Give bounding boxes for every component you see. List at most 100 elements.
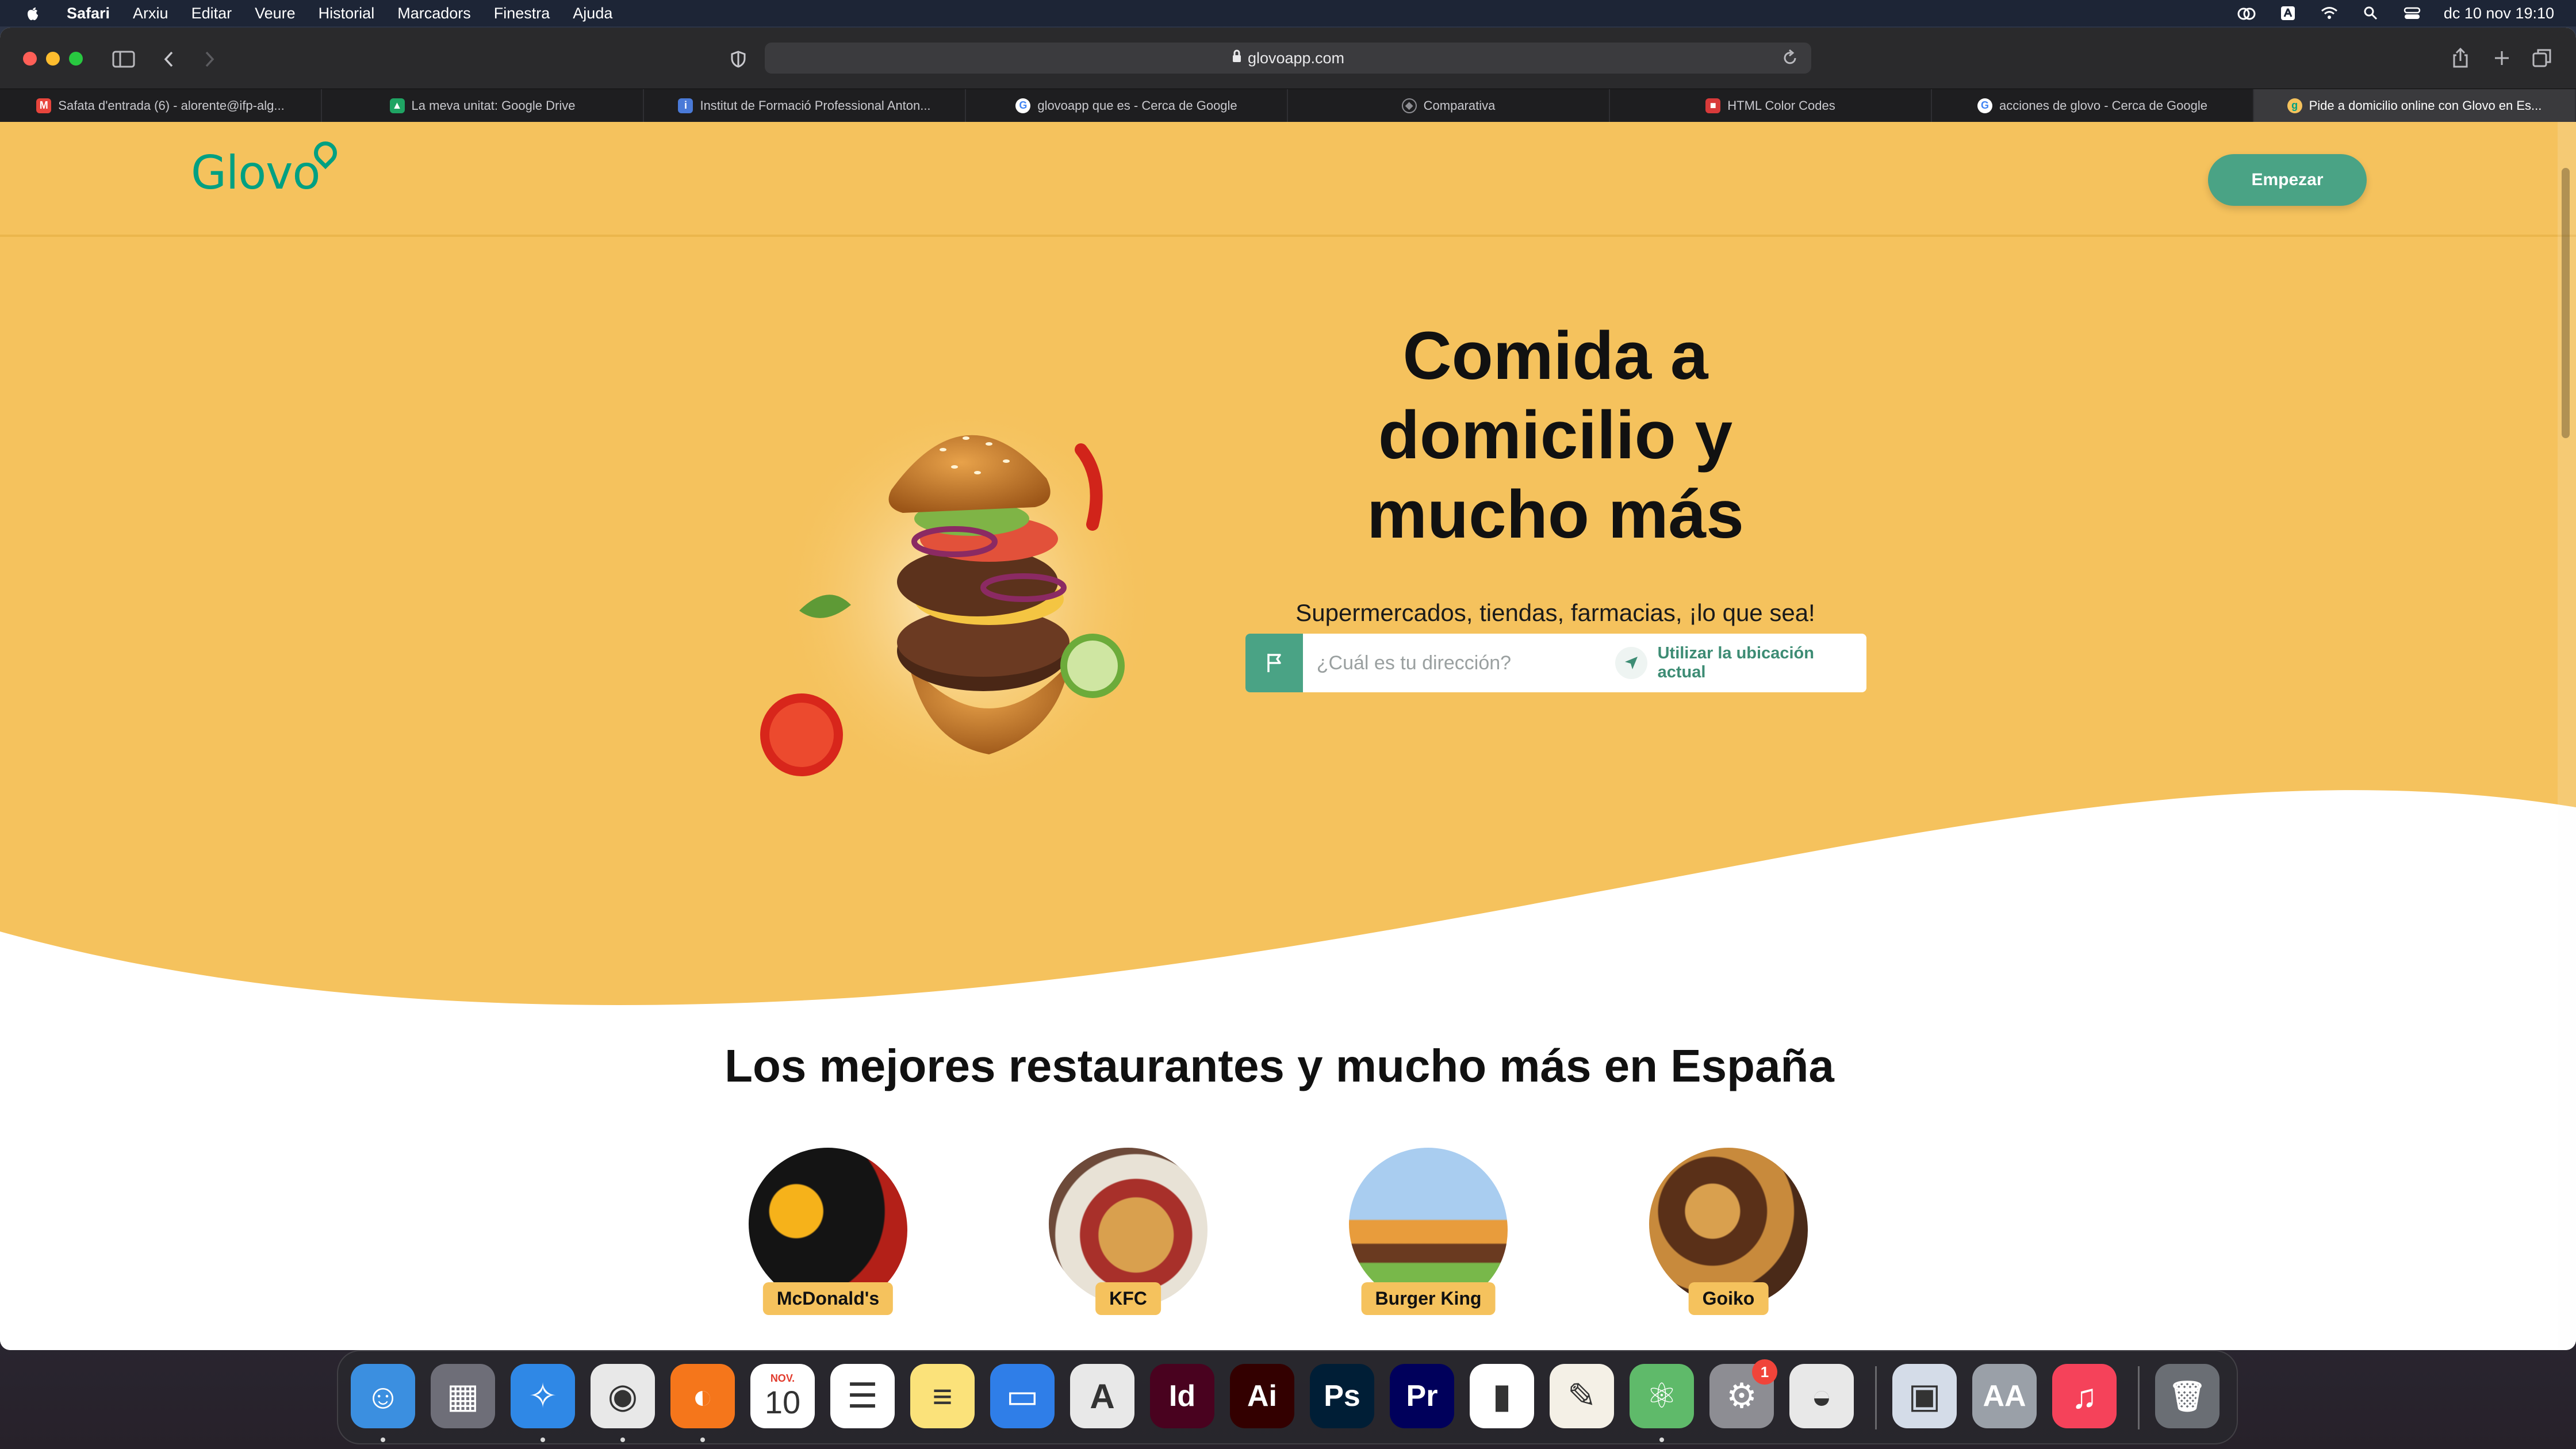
menu-arxiu[interactable]: Arxiu bbox=[133, 5, 168, 22]
glovo-icon: g bbox=[2287, 98, 2302, 113]
address-search-box: Utilizar la ubicación actual bbox=[1245, 634, 1866, 692]
tab-institut[interactable]: i Institut de Formació Professional Anto… bbox=[644, 89, 966, 122]
restaurant-card-mcdonalds[interactable]: McDonald's bbox=[742, 1148, 914, 1320]
menubar-clock[interactable]: dc 10 nov 19:10 bbox=[2444, 5, 2554, 22]
use-current-location-button[interactable]: Utilizar la ubicación actual bbox=[1615, 644, 1866, 682]
tab-google-search-1[interactable]: G glovoapp que es - Cerca de Google bbox=[966, 89, 1288, 122]
restaurant-card-burger-king[interactable]: Burger King bbox=[1342, 1148, 1515, 1320]
lock-icon bbox=[1232, 49, 1242, 67]
tab-gmail[interactable]: M Safata d'entrada (6) - alorente@ifp-al… bbox=[0, 89, 322, 122]
wifi-icon[interactable] bbox=[2320, 5, 2339, 21]
illustrator-icon[interactable]: Ai bbox=[1230, 1364, 1294, 1428]
browser-toolbar: glovoapp.com bbox=[0, 28, 2576, 89]
preview-icon[interactable]: ▣ bbox=[1892, 1364, 1957, 1428]
running-indicator bbox=[1659, 1438, 1664, 1442]
menu-historial[interactable]: Historial bbox=[319, 5, 375, 22]
status-area: dc 10 nov 19:10 bbox=[2237, 0, 2554, 26]
premiere-icon[interactable]: Pr bbox=[1390, 1364, 1454, 1428]
new-tab-icon[interactable] bbox=[2487, 44, 2516, 72]
zoom-window-button[interactable] bbox=[69, 52, 83, 66]
menu-bar: Safari Arxiu Editar Veure Historial Marc… bbox=[0, 0, 2576, 26]
url-text: glovoapp.com bbox=[1247, 49, 1345, 67]
tab-label: HTML Color Codes bbox=[1727, 98, 1835, 113]
html-color-codes-icon: ■ bbox=[1705, 98, 1721, 113]
system-preferences-icon[interactable]: ⚙ 1 bbox=[1709, 1359, 1777, 1428]
atom-icon[interactable]: ⚛ bbox=[1630, 1364, 1694, 1428]
tab-glovo[interactable]: g Pide a domicilio online con Glovo en E… bbox=[2254, 89, 2576, 122]
acrobat-icon[interactable]: A bbox=[1070, 1364, 1134, 1428]
menu-app-name[interactable]: Safari bbox=[67, 5, 110, 22]
photoshop-icon[interactable]: Ps bbox=[1310, 1364, 1374, 1428]
dock-glyph: ◒ bbox=[1811, 1377, 1833, 1416]
menu-marcadors[interactable]: Marcadors bbox=[397, 5, 471, 22]
font-book-icon[interactable]: AA bbox=[1972, 1364, 2037, 1428]
google-drive-icon: ▲ bbox=[389, 98, 405, 113]
glovo-logo[interactable]: Glovo bbox=[191, 136, 342, 200]
reload-icon[interactable] bbox=[1781, 48, 1799, 72]
restaurant-card-kfc[interactable]: KFC bbox=[1042, 1148, 1214, 1320]
menu-finestra[interactable]: Finestra bbox=[494, 5, 550, 22]
control-center-icon[interactable] bbox=[2402, 5, 2422, 21]
location-button-label: Utilizar la ubicación actual bbox=[1657, 644, 1814, 681]
tab-google-drive[interactable]: ▲ La meva unitat: Google Drive bbox=[322, 89, 644, 122]
restaurant-name: Goiko bbox=[1688, 1282, 1769, 1315]
dock-glyph: ⚛ bbox=[1646, 1377, 1677, 1415]
scrollbar-thumb[interactable] bbox=[2562, 168, 2570, 438]
launchpad-icon[interactable]: ▦ bbox=[431, 1364, 495, 1428]
address-bar[interactable]: glovoapp.com bbox=[765, 43, 1811, 74]
restaurant-name: KFC bbox=[1095, 1282, 1161, 1315]
dock-glyph: A bbox=[1090, 1377, 1115, 1416]
minimize-window-button[interactable] bbox=[46, 52, 60, 66]
menu-ajuda[interactable]: Ajuda bbox=[573, 5, 612, 22]
burger-illustration bbox=[760, 398, 1156, 800]
tab-overview-icon[interactable] bbox=[2528, 44, 2556, 72]
firefox-icon[interactable]: ◐ bbox=[670, 1364, 735, 1428]
dock-glyph: Ai bbox=[1247, 1379, 1277, 1413]
tab-google-search-2[interactable]: G acciones de glovo - Cerca de Google bbox=[1932, 89, 2254, 122]
bluetooth-icon[interactable] bbox=[2278, 5, 2298, 21]
trash-icon[interactable]: 🗑 bbox=[2155, 1364, 2220, 1428]
sidebar-toggle-icon[interactable] bbox=[109, 45, 138, 74]
apple-menu-icon[interactable] bbox=[23, 3, 43, 23]
tab-label: glovoapp que es - Cerca de Google bbox=[1037, 98, 1237, 113]
privacy-shield-icon[interactable] bbox=[726, 45, 751, 74]
tab-comparativa[interactable]: ◆ Comparativa bbox=[1288, 89, 1610, 122]
tab-label: acciones de glovo - Cerca de Google bbox=[1999, 98, 2207, 113]
safari-window: glovoapp.com M Safata d'entrada (6) - al… bbox=[0, 28, 2576, 1350]
notes-icon[interactable]: ≡ bbox=[910, 1364, 975, 1428]
tab-bar: M Safata d'entrada (6) - alorente@ifp-al… bbox=[0, 89, 2576, 122]
address-input[interactable] bbox=[1316, 651, 1604, 674]
dock-glyph: ≡ bbox=[932, 1377, 953, 1416]
safari-icon[interactable]: ✧ bbox=[511, 1364, 575, 1428]
sequel-pro-icon[interactable]: ◒ bbox=[1789, 1364, 1854, 1428]
menu-items: Safari Arxiu Editar Veure Historial Marc… bbox=[67, 5, 612, 22]
page-header bbox=[0, 122, 2576, 237]
indesign-icon[interactable]: Id bbox=[1150, 1364, 1214, 1428]
reminders-icon[interactable]: ☰ bbox=[830, 1364, 895, 1428]
tab-html-color-codes[interactable]: ■ HTML Color Codes bbox=[1610, 89, 1932, 122]
pages-icon[interactable]: ✎ bbox=[1550, 1364, 1614, 1428]
share-icon[interactable] bbox=[2446, 44, 2475, 72]
menu-veure[interactable]: Veure bbox=[255, 5, 296, 22]
spotlight-icon[interactable] bbox=[2361, 5, 2380, 21]
start-button[interactable]: Empezar bbox=[2208, 154, 2367, 206]
dock-glyph: ▮ bbox=[1492, 1377, 1512, 1415]
back-icon[interactable] bbox=[156, 45, 182, 74]
close-window-button[interactable] bbox=[23, 52, 37, 66]
hero-title: Comida a domicilio y mucho más bbox=[1367, 318, 1744, 553]
creative-cloud-icon[interactable] bbox=[2237, 5, 2256, 21]
finder-icon[interactable]: ☺ bbox=[351, 1364, 415, 1428]
keynote-icon[interactable]: ▭ bbox=[990, 1364, 1055, 1428]
dock-glyph: ◐ bbox=[692, 1377, 714, 1416]
dock-glyph: ▭ bbox=[1006, 1377, 1039, 1415]
calendar-icon[interactable]: NOV. 10 bbox=[750, 1364, 815, 1428]
dock-glyph: ☺ bbox=[365, 1377, 401, 1416]
running-indicator bbox=[381, 1438, 385, 1442]
numbers-icon[interactable]: ▮ bbox=[1470, 1364, 1534, 1428]
forward-icon[interactable] bbox=[197, 45, 222, 74]
menu-editar[interactable]: Editar bbox=[191, 5, 232, 22]
music-icon[interactable]: ♫ bbox=[2052, 1364, 2117, 1428]
restaurant-card-goiko[interactable]: Goiko bbox=[1642, 1148, 1815, 1320]
chrome-icon[interactable]: ◉ bbox=[591, 1364, 655, 1428]
dock-glyph: ▣ bbox=[1908, 1377, 1941, 1415]
